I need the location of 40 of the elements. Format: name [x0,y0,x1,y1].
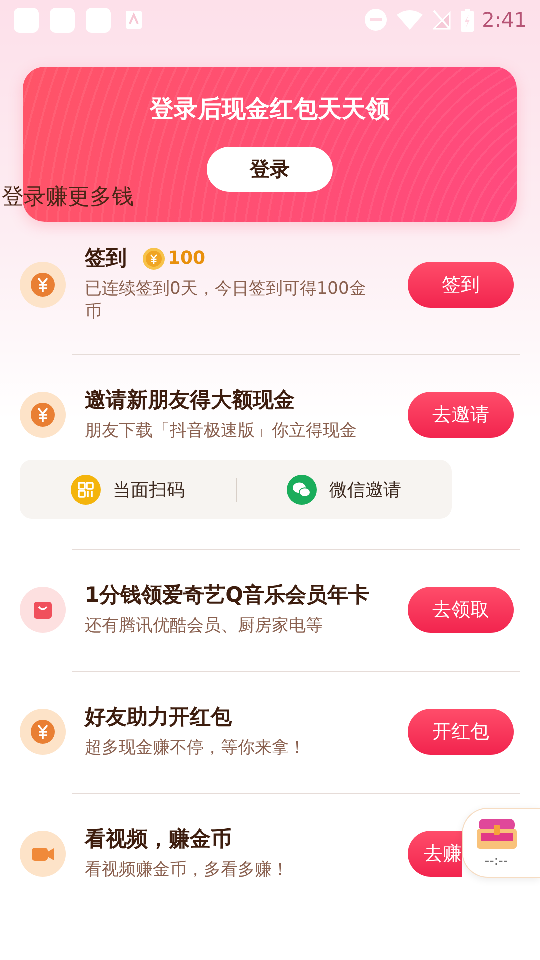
task-action-button[interactable]: 去邀请 [408,392,514,438]
task-title: 邀请新朋友得大额现金 [85,387,295,414]
reward-amount: 100 [168,248,206,269]
task-title: 看视频，赚金币 [85,826,232,853]
login-button[interactable]: 登录 [207,147,333,192]
chat-bubbles-icon [287,474,318,504]
clock-time: 2:41 [482,8,527,32]
task-title: 签到 [85,245,127,272]
task-title: 1分钱领爱奇艺Q音乐会员年卡 [85,582,370,609]
task-description: 看视频赚金币，多看多赚！ [85,859,290,882]
share-option[interactable]: 微信邀请 [236,474,452,504]
app-notification-icon [14,8,39,32]
share-option[interactable]: 当面扫码 [20,474,236,504]
no-sim-icon [433,10,452,30]
coin-icon [20,262,66,308]
task-action-button[interactable]: 开红包 [408,709,514,755]
treasure-chest-icon [474,817,518,851]
keyboard-icon [126,11,142,29]
video-camera-icon [20,831,66,877]
wifi-icon [397,10,424,30]
coin-icon [20,709,66,755]
task-description: 还有腾讯优酷会员、厨房家电等 [85,615,324,638]
task-action-button[interactable]: 去赚 [408,831,462,877]
coin-icon [20,392,66,438]
do-not-disturb-icon [365,9,388,31]
task-action-button[interactable]: 去领取 [408,587,514,633]
task-description: 已连续签到0天，今日签到可得100金币 [85,278,368,324]
task-description: 朋友下载「抖音极速版」你立得现金 [85,420,358,443]
app-notification-icon [86,8,111,32]
task-action-button[interactable]: 签到 [408,262,514,308]
battery-charging-icon [461,8,474,32]
task-title: 好友助力开红包 [85,704,232,731]
reward-coin-icon [143,248,165,270]
shopping-bag-icon [20,587,66,633]
banner-title: 登录后现金红包天天领 [150,94,390,124]
app-notification-icon [50,8,75,32]
qr-code-icon [70,474,101,504]
treasure-timer-widget[interactable]: --:-- [462,808,540,878]
task-description: 超多现金赚不停，等你来拿！ [85,737,307,760]
countdown-text: --:-- [484,854,508,870]
